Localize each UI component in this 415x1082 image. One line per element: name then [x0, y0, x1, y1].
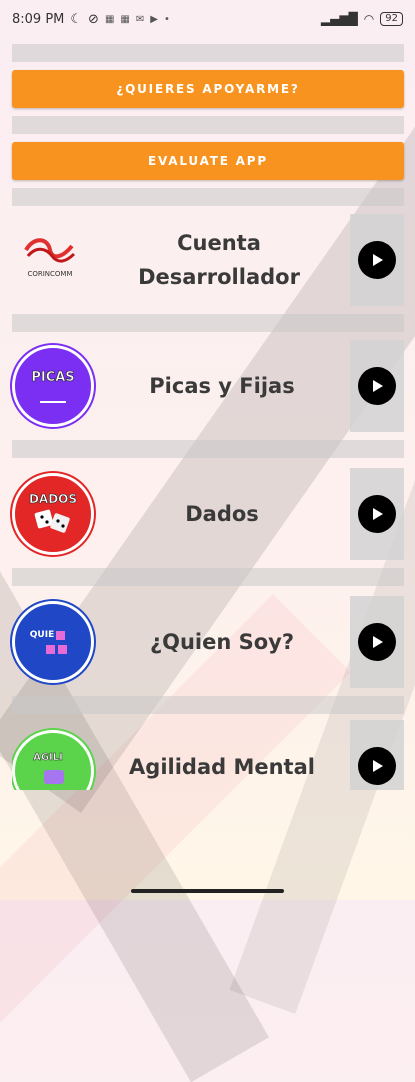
- item-title: Picas y Fijas: [149, 374, 295, 398]
- developer-logo-icon: CORINCOMM: [12, 222, 88, 298]
- list-item-agilidad-mental[interactable]: AGILI Agilidad Mental: [12, 720, 404, 790]
- divider-strip: [12, 440, 404, 458]
- play-button[interactable]: [350, 340, 404, 432]
- signal-icon: ▂▄▆█: [320, 12, 358, 26]
- play-icon: [358, 495, 396, 533]
- play-button[interactable]: [350, 720, 404, 790]
- support-button[interactable]: ¿QUIERES APOYARME?: [12, 70, 404, 108]
- divider-strip: [12, 568, 404, 586]
- item-title: Cuenta Desarrollador: [138, 231, 300, 289]
- play-icon: [358, 747, 396, 785]
- mail-icon: ✉: [135, 13, 145, 25]
- play-icon: [358, 623, 396, 661]
- rate-app-button[interactable]: EVALUATE APP: [12, 142, 404, 180]
- divider-strip: [12, 696, 404, 714]
- svg-text:PICAS: PICAS: [31, 370, 74, 385]
- gesture-nav-bar[interactable]: [131, 889, 284, 893]
- play-button[interactable]: [350, 214, 404, 306]
- play-icon: ▶: [150, 13, 158, 25]
- wifi-icon: ◠: [363, 12, 375, 26]
- svg-text:QUIE: QUIE: [30, 630, 54, 640]
- list-item-quien-soy[interactable]: QUIE ¿Quien Soy?: [12, 592, 404, 692]
- item-title: Dados: [185, 502, 259, 526]
- divider-strip: [12, 116, 404, 134]
- notification-icon: ▦: [120, 13, 130, 25]
- list-item-developer[interactable]: CORINCOMM Cuenta Desarrollador: [12, 210, 404, 310]
- list-item-picas-y-fijas[interactable]: PICAS Picas y Fijas: [12, 336, 404, 436]
- data-saver-icon: ⊘: [88, 11, 99, 27]
- quien-logo-icon: QUIE: [12, 601, 94, 683]
- moon-icon: ☾: [70, 11, 83, 27]
- play-icon: [358, 241, 396, 279]
- agilidad-logo-icon: AGILI: [12, 730, 94, 790]
- item-title: Agilidad Mental: [129, 755, 315, 779]
- svg-text:DADOS: DADOS: [29, 492, 77, 506]
- list-item-dados[interactable]: DADOS Dados: [12, 464, 404, 564]
- divider-strip: [12, 44, 404, 62]
- play-button[interactable]: [350, 596, 404, 688]
- status-bar: 8:09 PM ☾ ⊘ ▦ ▦ ✉ ▶ • ▂▄▆█ ◠ 92: [0, 0, 415, 38]
- clock: 8:09 PM: [12, 11, 65, 27]
- divider-strip: [12, 188, 404, 206]
- item-title: ¿Quien Soy?: [149, 630, 295, 654]
- play-icon: [358, 367, 396, 405]
- picas-logo-icon: PICAS: [12, 345, 94, 427]
- svg-text:AGILI: AGILI: [33, 752, 63, 763]
- divider-strip: [12, 314, 404, 332]
- dot-icon: •: [163, 13, 170, 25]
- dados-logo-icon: DADOS: [12, 473, 94, 555]
- battery-icon: 92: [380, 12, 403, 26]
- play-button[interactable]: [350, 468, 404, 560]
- svg-text:CORINCOMM: CORINCOMM: [27, 270, 72, 278]
- notification-icon: ▦: [104, 13, 115, 25]
